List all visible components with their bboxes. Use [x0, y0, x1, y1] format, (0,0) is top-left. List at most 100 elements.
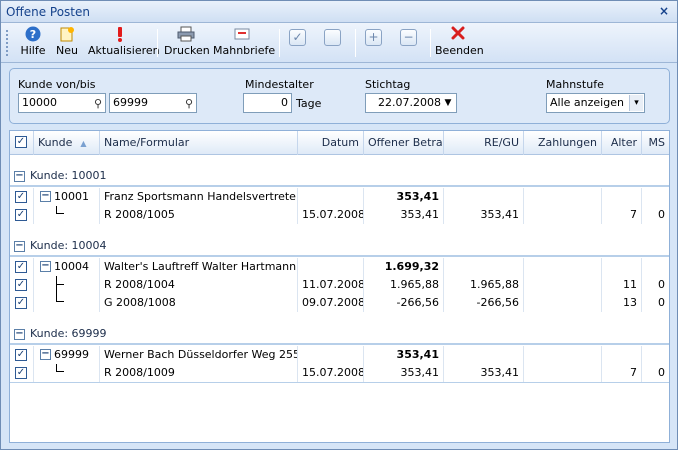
row-checkbox[interactable]: ✓	[15, 261, 27, 273]
column-kunde[interactable]: Kunde ▲	[34, 131, 100, 155]
row-checkbox-cell[interactable]: ✓	[10, 364, 34, 382]
group-label: Kunde: 69999	[30, 327, 107, 340]
uncheck-all-button[interactable]	[324, 29, 341, 46]
mahnstufe-select[interactable]: Alle anzeigen ▾	[546, 93, 645, 113]
column-alter[interactable]: Alter	[602, 131, 642, 155]
mindestalter-input[interactable]: 0	[243, 93, 292, 113]
collapse-icon[interactable]: −	[14, 329, 25, 340]
drucken-button[interactable]: Drucken	[164, 26, 210, 60]
customer-row[interactable]: ✓ − 69999 Werner Bach Düsseldorfer Weg 2…	[10, 346, 669, 364]
customer-row[interactable]: ✓ − 10004 Walter's Lauftreff Walter Hart…	[10, 258, 669, 276]
collapse-all-button[interactable]: −	[400, 29, 417, 46]
select-all-checkbox[interactable]: ✓	[15, 136, 27, 148]
name-cell: Werner Bach Düsseldorfer Weg 255a...	[100, 346, 298, 364]
row-checkbox[interactable]: ✓	[15, 209, 27, 221]
chevron-down-icon[interactable]: ▾	[629, 95, 643, 111]
check-all-button[interactable]: ✓	[289, 29, 306, 46]
ms-cell	[642, 346, 669, 364]
tree-connector-cell	[34, 364, 100, 382]
betrag-cell: 353,41	[364, 206, 444, 224]
group-row[interactable]: − Kunde: 10004	[10, 235, 669, 257]
kunde-von-input[interactable]: 10000 ⚲	[18, 93, 106, 113]
kunde-cell: − 69999	[34, 346, 100, 364]
column-name[interactable]: Name/Formular	[100, 131, 298, 155]
kunde-value: 10004	[54, 260, 89, 273]
row-checkbox[interactable]: ✓	[15, 367, 27, 379]
chevron-down-icon[interactable]: ▼	[441, 95, 455, 111]
column-zahlungen[interactable]: Zahlungen	[524, 131, 602, 155]
letter-icon	[213, 26, 271, 44]
mahnbriefe-button[interactable]: Mahnbriefe	[213, 26, 276, 60]
ms-cell	[642, 258, 669, 276]
regu-cell: -266,56	[444, 294, 524, 312]
row-checkbox[interactable]: ✓	[15, 279, 27, 291]
mahnbriefe-label: Mahnbriefe	[213, 44, 276, 57]
row-checkbox[interactable]: ✓	[15, 349, 27, 361]
toolbar-separator	[157, 29, 158, 57]
toolbar-separator	[430, 29, 431, 57]
formular-cell: R 2008/1004	[100, 276, 298, 294]
offene-posten-grid: ✓ Kunde ▲ Name/Formular Datum Offener Bet…	[9, 130, 670, 443]
row-checkbox-cell[interactable]: ✓	[10, 258, 34, 276]
column-offener-betrag[interactable]: Offener Betrag	[364, 131, 444, 155]
alter-cell: 7	[602, 364, 642, 382]
collapse-icon[interactable]: −	[40, 191, 51, 202]
expand-all-button[interactable]: +	[365, 29, 382, 46]
alter-cell: 11	[602, 276, 642, 294]
document-row[interactable]: ✓ R 2008/1004 11.07.2008 1.965,88 1.965,…	[10, 276, 669, 294]
aktualisieren-label: Aktualisieren	[88, 44, 160, 57]
row-checkbox[interactable]: ✓	[15, 297, 27, 309]
zahlungen-cell	[524, 206, 602, 224]
beenden-button[interactable]: Beenden	[435, 26, 484, 60]
total-betrag-cell: 1.699,32	[364, 258, 444, 276]
customer-row[interactable]: ✓ − 10001 Franz Sportsmann Handelsvertre…	[10, 188, 669, 206]
regu-cell: 353,41	[444, 206, 524, 224]
collapse-icon[interactable]: −	[14, 241, 25, 252]
title-bar: Offene Posten ×	[1, 1, 677, 23]
formular-cell: G 2008/1008	[100, 294, 298, 312]
document-row[interactable]: ✓ R 2008/1005 15.07.2008 353,41 353,41 7…	[10, 206, 669, 224]
tree-connector	[56, 276, 64, 285]
collapse-icon[interactable]: −	[40, 261, 51, 272]
kunde-value: 69999	[54, 348, 89, 361]
filter-panel: Kunde von/bis 10000 ⚲ 69999 ⚲ Mindestalt…	[9, 68, 670, 124]
group-row[interactable]: − Kunde: 69999	[10, 323, 669, 345]
new-document-icon	[53, 26, 81, 44]
row-checkbox-cell[interactable]: ✓	[10, 188, 34, 206]
aktualisieren-button[interactable]: Aktualisieren	[88, 26, 160, 60]
toolbar-grip[interactable]	[6, 30, 9, 56]
datum-cell: 09.07.2008	[298, 294, 364, 312]
row-checkbox-cell[interactable]: ✓	[10, 346, 34, 364]
search-icon[interactable]: ⚲	[185, 95, 193, 113]
group-row[interactable]: − Kunde: 10001	[10, 165, 669, 187]
column-datum[interactable]: Datum	[298, 131, 364, 155]
collapse-icon[interactable]: −	[14, 171, 25, 182]
betrag-cell: 353,41	[364, 364, 444, 382]
hilfe-button[interactable]: ? Hilfe	[17, 26, 49, 60]
sort-ascending-icon: ▲	[80, 139, 87, 148]
regu-cell	[444, 346, 524, 364]
document-row[interactable]: ✓ R 2008/1009 15.07.2008 353,41 353,41 7…	[10, 364, 669, 382]
select-all-header[interactable]: ✓	[10, 131, 34, 155]
grid-bottom-line	[10, 382, 669, 383]
toolbar-separator	[355, 29, 356, 57]
kunde-bis-input[interactable]: 69999 ⚲	[109, 93, 197, 113]
alter-cell	[602, 258, 642, 276]
kunde-von-value: 10000	[22, 96, 57, 109]
search-icon[interactable]: ⚲	[94, 95, 102, 113]
collapse-icon[interactable]: −	[40, 349, 51, 360]
row-checkbox-cell[interactable]: ✓	[10, 294, 34, 312]
tree-connector-cell	[34, 294, 100, 312]
stichtag-datepicker[interactable]: 22.07.2008 ▼	[365, 93, 457, 113]
neu-button[interactable]: Neu	[53, 26, 81, 60]
row-checkbox[interactable]: ✓	[15, 191, 27, 203]
help-icon: ?	[17, 26, 49, 44]
column-re-gu[interactable]: RE/GU	[444, 131, 524, 155]
document-row[interactable]: ✓ G 2008/1008 09.07.2008 -266,56 -266,56…	[10, 294, 669, 312]
row-checkbox-cell[interactable]: ✓	[10, 206, 34, 224]
column-ms[interactable]: MS	[642, 131, 669, 155]
row-checkbox-cell[interactable]: ✓	[10, 276, 34, 294]
close-icon[interactable]: ×	[659, 4, 669, 18]
zahlungen-cell	[524, 276, 602, 294]
mindestalter-label: Mindestalter	[245, 78, 314, 91]
